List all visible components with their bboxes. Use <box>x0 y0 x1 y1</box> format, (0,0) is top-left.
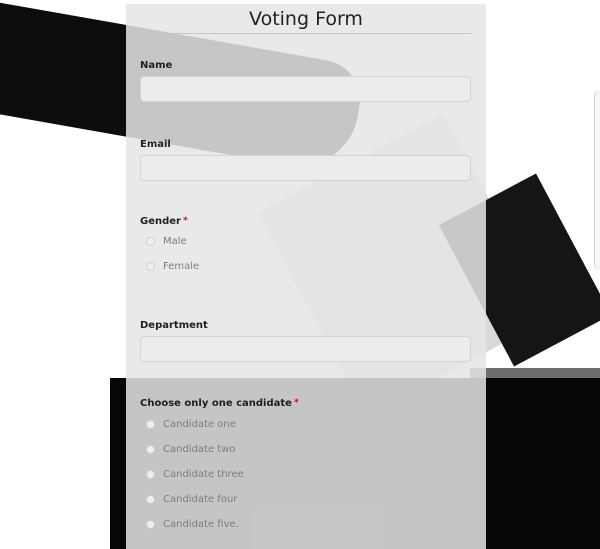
gender-option-label: Male <box>163 235 187 247</box>
name-input[interactable] <box>140 76 471 102</box>
candidate-option-label: Candidate two <box>163 443 236 455</box>
gender-option-label: Female <box>163 260 200 272</box>
gender-label: Gender * <box>140 216 188 227</box>
candidate-option-label: Candidate five. <box>163 518 239 530</box>
radio-button[interactable] <box>146 261 155 271</box>
radio-button[interactable] <box>146 469 155 479</box>
candidate-label: Choose only one candidate * <box>140 398 299 409</box>
candidate-option-label: Candidate three <box>163 468 244 480</box>
title-divider <box>140 33 471 34</box>
candidate-option-label: Candidate one <box>163 418 236 430</box>
candidate-option-three[interactable]: Candidate three <box>146 467 244 481</box>
email-input[interactable] <box>140 155 471 181</box>
form-title: Voting Form <box>249 8 363 30</box>
email-label: Email <box>140 139 171 150</box>
candidate-option-two[interactable]: Candidate two <box>146 442 236 456</box>
department-input[interactable] <box>140 336 471 362</box>
department-label: Department <box>140 320 208 331</box>
gender-option-female[interactable]: Female <box>146 259 199 273</box>
radio-button[interactable] <box>146 419 155 429</box>
gender-option-male[interactable]: Male <box>146 234 187 248</box>
radio-button[interactable] <box>146 444 155 454</box>
voting-form-card: Voting Form Name Email Gender * Male Fema… <box>126 4 486 549</box>
radio-button[interactable] <box>146 494 155 504</box>
required-asterisk: * <box>182 216 188 226</box>
name-label: Name <box>140 60 173 71</box>
gender-label-text: Gender <box>140 216 181 227</box>
required-asterisk: * <box>293 398 299 408</box>
radio-button[interactable] <box>146 236 155 246</box>
candidate-label-text: Choose only one candidate <box>140 398 292 409</box>
candidate-option-one[interactable]: Candidate one <box>146 417 236 431</box>
side-panel-edge <box>594 90 600 270</box>
candidate-option-five[interactable]: Candidate five. <box>146 517 239 531</box>
candidate-option-four[interactable]: Candidate four <box>146 492 237 506</box>
radio-button[interactable] <box>146 519 155 529</box>
candidate-option-label: Candidate four <box>163 493 238 505</box>
